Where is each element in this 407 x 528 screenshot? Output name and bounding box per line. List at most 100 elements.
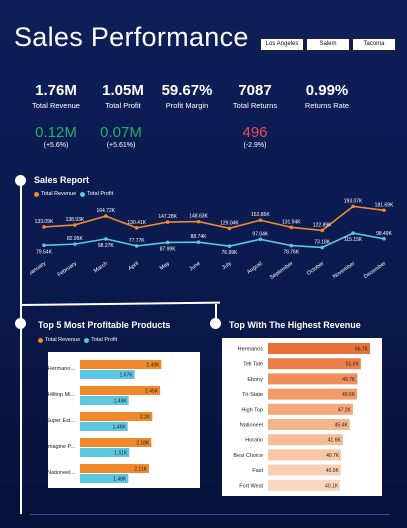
kpi-returns-rate: 0.99% Returns Rate (292, 82, 362, 110)
timeline-line (20, 182, 22, 324)
data-label: 122.89K (313, 222, 332, 228)
bar-value-label: 40.7K (326, 453, 340, 459)
data-label: 164.72K (96, 208, 115, 214)
data-point (227, 244, 232, 248)
x-tick-label: August (246, 260, 264, 275)
category-label: Imagine P... (46, 444, 75, 450)
x-tick-label: January (30, 261, 47, 277)
data-point (320, 228, 324, 233)
bar-value-label: 51.6K (346, 362, 360, 368)
data-label: 87.99K (160, 246, 177, 252)
data-point (258, 237, 263, 242)
bar-value-label: 47.2K (338, 407, 352, 413)
bar-value-label: 56.7K (355, 347, 369, 353)
legend-swatch-profit (84, 337, 90, 343)
sales-report-title: Sales Report (34, 175, 90, 185)
sales-report-legend: Total Revenue Total Profit (34, 191, 113, 197)
kpi-profit-margin: 59.67% Profit Margin (152, 82, 222, 110)
bar-value-label: 1.46K (113, 425, 127, 431)
x-tick-label: February (57, 261, 79, 279)
kpi-total-returns: 7087 Total Returns (222, 82, 288, 110)
kpi-total-revenue: 1.76M Total Revenue (22, 82, 90, 110)
data-point (134, 244, 139, 248)
category-label: Tri-State (242, 392, 263, 398)
data-label: 129.04K (220, 220, 239, 226)
timeline-dot (15, 318, 26, 329)
timeline-dot (15, 175, 26, 186)
bar-value-label: 1.51K (114, 451, 128, 457)
top-products-title: Top 5 Most Profitable Products (38, 320, 171, 330)
legend-label-profit: Total Profit (91, 337, 118, 343)
bar-value-label: 1.49K (114, 399, 128, 405)
delta-percent: (-2.9%) (243, 142, 267, 149)
data-point (289, 243, 294, 248)
category-label: High Top (241, 407, 263, 413)
data-label: 76.99K (222, 250, 239, 256)
data-label: 97.04K (252, 231, 269, 237)
kpi-label: Total Returns (232, 101, 278, 110)
x-tick-label: November (332, 261, 356, 281)
data-label: 79.54K (36, 249, 53, 255)
data-label: 147.28K (158, 214, 177, 220)
delta-percent: (+5.61%) (106, 142, 136, 149)
legend-label-profit: Total Profit (87, 191, 114, 197)
kpi-label: Total Profit (105, 101, 141, 110)
bar-value-label: 49.5K (342, 392, 356, 398)
bar-value-label: 2.49K (146, 363, 160, 369)
bar-value-label: 2.45K (145, 389, 159, 395)
delta-returns: 496 (-2.9%) (222, 124, 288, 149)
data-point (73, 242, 77, 246)
data-point (196, 240, 201, 244)
bar-value-label: 49.7K (342, 377, 356, 383)
top-revenue-chart: Hermanos 56.7K Tell Tale 51.6K Ebony 49.7K Tri… (222, 338, 382, 496)
category-label: Hermano... (48, 366, 76, 372)
kpi-value: 1.76M (35, 82, 77, 99)
data-point (351, 204, 355, 209)
x-tick-label: May (159, 261, 171, 272)
data-point (382, 237, 386, 241)
data-point (227, 226, 232, 231)
data-label: 133.09K (35, 219, 54, 225)
city-filter-los-angeles[interactable]: Los Angeles (260, 38, 304, 51)
bar-value-label: 1.48K (113, 477, 127, 483)
page-title: Sales Performance (14, 22, 249, 52)
data-label: 78.76K (283, 250, 300, 256)
data-label: 98.49K (376, 231, 393, 237)
legend-swatch-revenue (34, 191, 39, 197)
legend-label-revenue: Total Revenue (45, 337, 81, 343)
data-label: 82.95K (67, 236, 84, 242)
category-label: Horatio (245, 438, 263, 444)
kpi-label: Total Revenue (32, 101, 80, 110)
bar-value-label: 40.5K (326, 468, 340, 474)
kpi-value: 1.05M (102, 82, 144, 99)
legend-swatch-profit (80, 191, 86, 197)
data-label: 88.74K (191, 234, 208, 240)
sales-line-chart: 133.09K 138.93K 164.72K 130.41K 147.28K 148.6… (30, 198, 394, 281)
data-point (289, 225, 294, 230)
bar-value-label: 2.11K (134, 467, 147, 473)
kpi-value: 7087 (238, 82, 272, 99)
data-point (104, 237, 108, 241)
data-point (320, 245, 324, 250)
timeline-dot (210, 318, 221, 329)
data-label: 152.85K (251, 212, 270, 218)
delta-profit: 0.07M (+5.61%) (88, 124, 154, 149)
x-tick-label: October (306, 261, 326, 277)
x-tick-label: July (221, 261, 233, 272)
top-revenue-title: Top With The Highest Revenue (229, 320, 361, 330)
legend-swatch-revenue (38, 337, 43, 343)
top-products-legend: Total Revenue Total Profit (38, 337, 117, 343)
data-label: 73.18K (314, 239, 331, 245)
bar-value-label: 1.67K (120, 373, 134, 379)
data-point (196, 219, 201, 224)
timeline-line (20, 324, 22, 514)
city-filter-salem[interactable]: Salem (306, 38, 350, 51)
data-point (382, 208, 386, 213)
data-label: 130.41K (127, 220, 146, 226)
x-tick-label: April (127, 261, 139, 272)
category-label: Fort West (239, 483, 263, 489)
city-filter-tacoma[interactable]: Tacoma (352, 38, 396, 51)
kpi-value: 0.99% (305, 82, 349, 99)
category-label: Hilltop Mi... (48, 392, 76, 398)
series-line-revenue (43, 205, 385, 232)
